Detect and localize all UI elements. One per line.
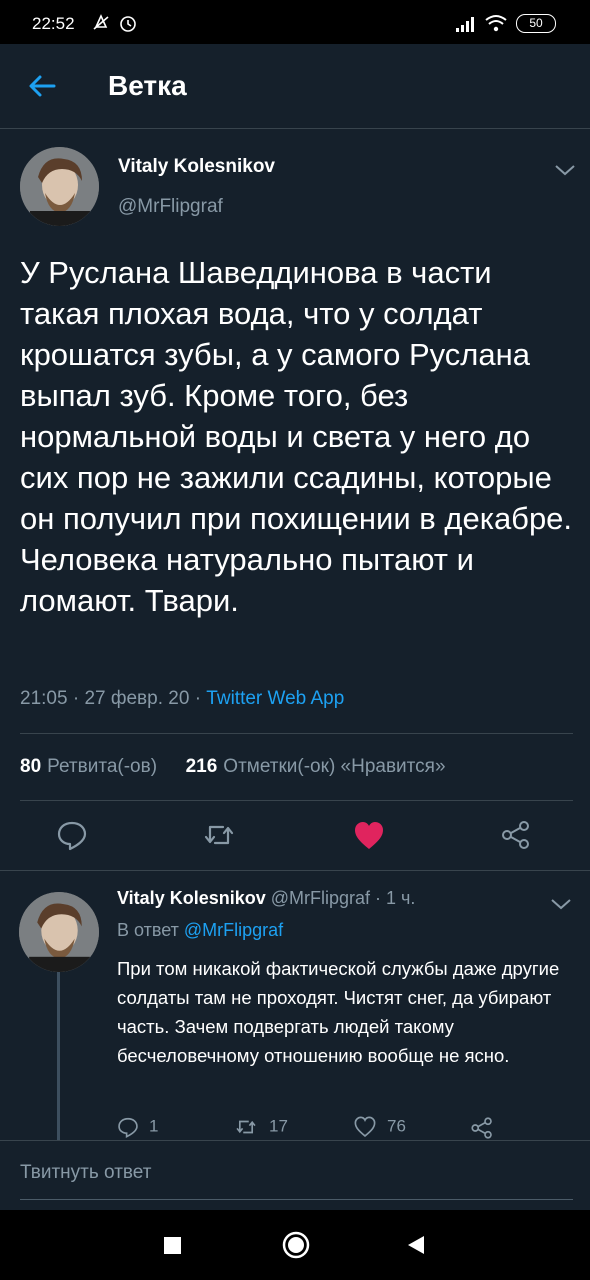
avatar-image [19,892,99,972]
signal-icon [456,17,474,32]
reply-retweet-button[interactable]: 17 [233,1116,288,1138]
back-triangle-icon[interactable] [406,1234,426,1256]
tweet-source-link[interactable]: Twitter Web App [206,688,344,709]
reply-header: Vitaly Kolesnikov @MrFlipgraf · 1 ч. [117,888,415,909]
reply-likes-count: 76 [387,1116,406,1136]
app-bar: Ветка [0,44,590,129]
battery-level: 50 [529,16,543,30]
avatar[interactable] [20,147,99,226]
retweet-icon[interactable] [203,819,235,851]
wifi-icon [485,15,507,32]
reply-reply-button[interactable]: 1 [117,1116,158,1138]
retweets-label: Ретвита(-ов) [47,756,158,777]
home-circle-icon[interactable] [281,1230,311,1260]
likes-stat[interactable]: 216 Отметки(-ок) «Нравится» [186,756,446,777]
retweets-count: 80 [20,756,42,777]
reply-avatar[interactable] [19,892,99,972]
status-time: 22:52 [32,14,75,33]
in-reply-label: В ответ [117,920,179,940]
reply-retweets-count: 17 [269,1116,288,1136]
tweet-author-name[interactable]: Vitaly Kolesnikov [118,156,275,178]
tweet-author-handle[interactable]: @MrFlipgraf [118,196,223,218]
tweet-text: У Руслана Шаведдинова в части такая плох… [20,255,573,618]
likes-count: 216 [185,756,218,777]
thread-line [57,972,60,1140]
chevron-down-icon[interactable] [550,897,572,911]
tweet-time: 21:05 [20,688,68,709]
likes-label: Отметки(-ок) «Нравится» [223,756,446,777]
tweet-stats: 80 Ретвита(-ов) 216 Отметки(-ок) «Нравится… [20,756,446,778]
reply-compose-input[interactable]: Твитнуть ответ [20,1162,151,1184]
meta-separator: · [194,688,202,709]
alarm-off-icon [93,14,109,30]
like-icon[interactable] [353,820,385,852]
alarm-clock-icon [120,16,136,32]
battery-icon: 50 [516,14,556,33]
status-bar: 22:52 50 [0,0,590,44]
divider [20,800,573,801]
reply-time: · 1 ч. [375,888,416,908]
arrow-left-icon[interactable] [26,70,58,102]
system-nav-bar [0,1210,590,1280]
divider [0,1140,590,1141]
reply-author-handle[interactable]: @MrFlipgraf [271,888,370,908]
chevron-down-icon[interactable] [554,163,576,177]
share-icon[interactable] [470,1116,494,1140]
meta-separator: · [72,688,80,709]
reply-author-name[interactable]: Vitaly Kolesnikov [117,888,266,908]
divider [20,733,573,734]
in-reply-handle[interactable]: @MrFlipgraf [184,920,283,940]
reply-like-button[interactable]: 76 [353,1116,406,1138]
share-icon[interactable] [500,819,532,851]
reply-icon[interactable] [56,819,88,851]
divider [0,870,590,871]
tweet-meta: 21:05 · 27 февр. 20 · Twitter Web App [20,688,344,710]
reply-text: При том никакой фактической службы даже … [117,958,560,1066]
page-title: Ветка [108,70,187,101]
recents-square-icon[interactable] [164,1237,181,1254]
retweets-stat[interactable]: 80 Ретвита(-ов) [20,756,157,777]
tweet-date: 27 февр. 20 [84,688,190,709]
input-underline [20,1199,573,1200]
avatar-image [20,147,99,226]
reply-icon [118,1117,138,1138]
retweet-icon [236,1120,256,1134]
reply-replies-count: 1 [149,1116,159,1136]
like-outline-icon [354,1116,376,1137]
in-reply-to: В ответ @MrFlipgraf [117,920,283,941]
